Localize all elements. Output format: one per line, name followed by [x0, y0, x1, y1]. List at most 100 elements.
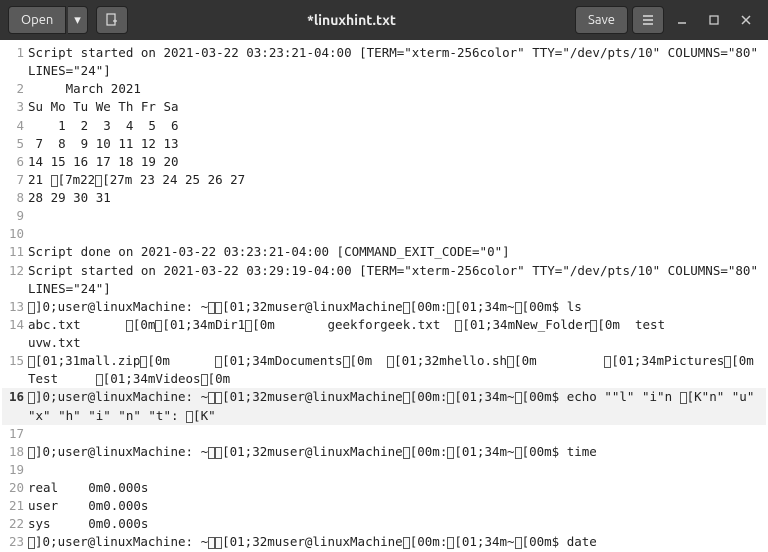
line-content: ]0;user@linuxMachine: ~[01;32muser@linux…: [28, 533, 766, 551]
minimize-icon: [676, 14, 688, 26]
escape-glyph-icon: [447, 392, 454, 404]
line-number: 2: [2, 80, 28, 98]
editor-line[interactable]: 12Script started on 2021-03-22 03:29:19-…: [2, 262, 766, 298]
close-button[interactable]: [732, 6, 760, 34]
escape-glyph-icon: [28, 392, 35, 404]
line-content: Su Mo Tu We Th Fr Sa: [28, 98, 766, 116]
escape-glyph-icon: [680, 392, 687, 404]
escape-glyph-icon: [155, 320, 162, 332]
open-button[interactable]: Open: [8, 6, 66, 34]
escape-glyph-icon: [403, 302, 410, 314]
line-content: 21 [7m22[27m 23 24 25 26 27: [28, 171, 766, 189]
editor-line[interactable]: 4 1 2 3 4 5 6: [2, 117, 766, 135]
editor-line[interactable]: 3Su Mo Tu We Th Fr Sa: [2, 98, 766, 116]
line-content: ]0;user@linuxMachine: ~[01;32muser@linux…: [28, 298, 766, 316]
editor-line[interactable]: 828 29 30 31: [2, 189, 766, 207]
editor-line[interactable]: 721 [7m22[27m 23 24 25 26 27: [2, 171, 766, 189]
editor-line[interactable]: 2 March 2021: [2, 80, 766, 98]
escape-glyph-icon: [28, 302, 35, 314]
document-title: *linuxhint.txt: [132, 12, 571, 28]
save-button[interactable]: Save: [575, 6, 628, 34]
new-document-icon: [105, 13, 119, 27]
escape-glyph-icon: [215, 392, 222, 404]
escape-glyph-icon: [387, 356, 394, 368]
line-content: [28, 225, 766, 243]
close-icon: [740, 14, 752, 26]
escape-glyph-icon: [515, 537, 522, 549]
editor-area[interactable]: 1Script started on 2021-03-22 03:23:21-0…: [0, 40, 768, 552]
line-content: Script done on 2021-03-22 03:23:21-04:00…: [28, 243, 766, 261]
escape-glyph-icon: [208, 392, 215, 404]
escape-glyph-icon: [208, 537, 215, 549]
line-number: 16: [2, 388, 28, 424]
hamburger-menu-button[interactable]: [632, 6, 664, 34]
editor-line[interactable]: 16]0;user@linuxMachine: ~[01;32muser@lin…: [2, 388, 766, 424]
line-content: [28, 207, 766, 225]
editor-line[interactable]: 11Script done on 2021-03-22 03:23:21-04:…: [2, 243, 766, 261]
editor-line[interactable]: 18]0;user@linuxMachine: ~[01;32muser@lin…: [2, 443, 766, 461]
line-number: 1: [2, 44, 28, 80]
line-number: 8: [2, 189, 28, 207]
escape-glyph-icon: [28, 537, 35, 549]
line-content: real 0m0.000s: [28, 479, 766, 497]
maximize-icon: [708, 14, 720, 26]
line-content: March 2021: [28, 80, 766, 98]
escape-glyph-icon: [455, 320, 462, 332]
editor-line[interactable]: 21user 0m0.000s: [2, 497, 766, 515]
editor-line[interactable]: 13]0;user@linuxMachine: ~[01;32muser@lin…: [2, 298, 766, 316]
line-number: 15: [2, 352, 28, 388]
escape-glyph-icon: [515, 302, 522, 314]
line-content: [28, 425, 766, 443]
line-content: 28 29 30 31: [28, 189, 766, 207]
line-number: 23: [2, 533, 28, 551]
maximize-button[interactable]: [700, 6, 728, 34]
escape-glyph-icon: [403, 537, 410, 549]
escape-glyph-icon: [201, 374, 208, 386]
editor-line[interactable]: 17: [2, 425, 766, 443]
editor-line[interactable]: 22sys 0m0.000s: [2, 515, 766, 533]
line-number: 5: [2, 135, 28, 153]
escape-glyph-icon: [208, 447, 215, 459]
escape-glyph-icon: [215, 537, 222, 549]
escape-glyph-icon: [215, 356, 222, 368]
escape-glyph-icon: [343, 356, 350, 368]
line-content: sys 0m0.000s: [28, 515, 766, 533]
escape-glyph-icon: [95, 175, 102, 187]
escape-glyph-icon: [96, 374, 103, 386]
escape-glyph-icon: [28, 356, 35, 368]
escape-glyph-icon: [126, 320, 133, 332]
line-number: 22: [2, 515, 28, 533]
minimize-button[interactable]: [668, 6, 696, 34]
line-number: 13: [2, 298, 28, 316]
escape-glyph-icon: [724, 356, 731, 368]
editor-line[interactable]: 20real 0m0.000s: [2, 479, 766, 497]
line-content: Script started on 2021-03-22 03:29:19-04…: [28, 262, 766, 298]
escape-glyph-icon: [447, 302, 454, 314]
line-number: 9: [2, 207, 28, 225]
line-content: ]0;user@linuxMachine: ~[01;32muser@linux…: [28, 443, 766, 461]
editor-line[interactable]: 14abc.txt [0m[01;34mDir1[0m geekforgeek.…: [2, 316, 766, 352]
editor-line[interactable]: 19: [2, 461, 766, 479]
editor-line[interactable]: 15[01;31mall.zip[0m [01;34mDocuments[0m …: [2, 352, 766, 388]
editor-line[interactable]: 5 7 8 9 10 11 12 13: [2, 135, 766, 153]
escape-glyph-icon: [507, 356, 514, 368]
escape-glyph-icon: [51, 175, 58, 187]
editor-line[interactable]: 9: [2, 207, 766, 225]
editor-line[interactable]: 614 15 16 17 18 19 20: [2, 153, 766, 171]
new-tab-button[interactable]: [96, 6, 128, 34]
editor-line[interactable]: 23]0;user@linuxMachine: ~[01;32muser@lin…: [2, 533, 766, 551]
line-content: 14 15 16 17 18 19 20: [28, 153, 766, 171]
line-number: 3: [2, 98, 28, 116]
escape-glyph-icon: [403, 447, 410, 459]
line-number: 4: [2, 117, 28, 135]
line-number: 21: [2, 497, 28, 515]
line-number: 12: [2, 262, 28, 298]
escape-glyph-icon: [215, 302, 222, 314]
line-content: [28, 461, 766, 479]
escape-glyph-icon: [186, 411, 193, 423]
editor-line[interactable]: 1Script started on 2021-03-22 03:23:21-0…: [2, 44, 766, 80]
escape-glyph-icon: [245, 320, 252, 332]
editor-line[interactable]: 10: [2, 225, 766, 243]
line-number: 17: [2, 425, 28, 443]
open-dropdown-button[interactable]: ▾: [68, 6, 88, 34]
